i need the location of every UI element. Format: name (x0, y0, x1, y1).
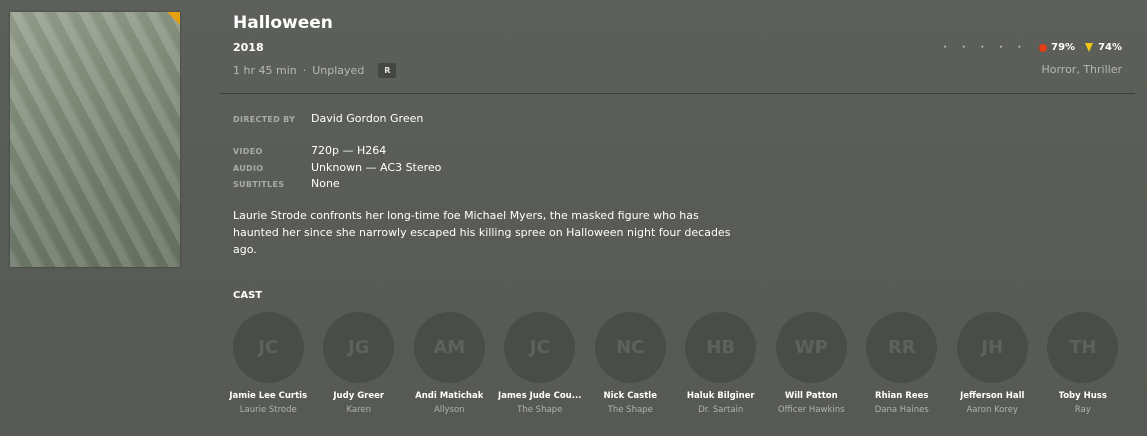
video-label: VIDEO (233, 147, 263, 156)
cast-member[interactable]: AM Andi Matichak Allyson (404, 312, 495, 415)
cast-member[interactable]: JG Judy Greer Karen (314, 312, 405, 415)
avatar[interactable]: AM (413, 312, 485, 383)
avatar[interactable]: JC (232, 312, 304, 383)
movie-year[interactable]: 2018 (233, 41, 264, 54)
character-name: Aaron Korey (966, 405, 1019, 415)
cast-member[interactable]: RR Rhian Rees Dana Haines (857, 312, 948, 415)
content-rating-badge: R (378, 63, 397, 78)
watch-status: Unplayed (312, 64, 365, 77)
cast-member[interactable]: JC James Jude Cou... The Shape (495, 312, 586, 415)
character-name: Officer Hawkins (777, 405, 845, 415)
avatar[interactable]: HB (685, 312, 757, 383)
actor-name: Toby Huss (1058, 391, 1107, 401)
actor-name: Jamie Lee Curtis (229, 391, 308, 401)
movie-meta: 1 hr 45 min · Unplayed R (233, 63, 397, 78)
cast-heading: CAST (233, 290, 263, 301)
actor-name: James Jude Cou... (498, 391, 582, 401)
avatar[interactable]: JC (504, 312, 576, 383)
video-value: 720p — H264 (311, 144, 387, 157)
character-name: Ray (1074, 405, 1091, 415)
actor-name: Rhian Rees (875, 391, 929, 401)
cast-member[interactable]: TH Toby Huss Ray (1038, 312, 1129, 415)
actor-name: Andi Matichak (415, 391, 484, 401)
character-name: Karen (346, 405, 372, 415)
avatar[interactable]: TH (1047, 312, 1119, 383)
cast-member[interactable]: WP Will Patton Officer Hawkins (766, 312, 857, 415)
divider (220, 93, 1135, 94)
actor-name: Will Patton (784, 391, 838, 401)
character-name: Laurie Strode (239, 405, 297, 415)
movie-poster[interactable] (10, 12, 180, 267)
avatar[interactable]: JG (323, 312, 395, 383)
actor-name: Haluk Bilginer (686, 391, 755, 401)
cast-list: JC Jamie Lee Curtis Laurie Strode JG Jud… (223, 312, 1128, 415)
cast-member[interactable]: HB Haluk Bilginer Dr. Sartain (676, 312, 767, 415)
audience-rating: 74% (1098, 42, 1122, 53)
character-name: Dana Haines (874, 405, 929, 415)
character-name: Dr. Sartain (698, 405, 744, 415)
ratings: · · · · · 79% 74% (943, 42, 1122, 53)
character-name: The Shape (517, 405, 563, 415)
unwatched-corner-marker (167, 12, 180, 25)
director-name[interactable]: David Gordon Green (311, 112, 423, 125)
tomato-icon (1039, 43, 1048, 52)
audio-value[interactable]: Unknown — AC3 Stereo (311, 161, 441, 174)
star-rating[interactable]: · · · · · (943, 43, 1027, 53)
movie-title: Halloween (233, 13, 333, 33)
character-name: The Shape (607, 405, 653, 415)
cast-member[interactable]: JC Jamie Lee Curtis Laurie Strode (223, 312, 314, 415)
popcorn-icon (1085, 43, 1094, 52)
movie-summary: Laurie Strode confronts her long-time fo… (233, 209, 731, 256)
movie-duration: 1 hr 45 min (233, 64, 297, 77)
avatar[interactable]: RR (866, 312, 938, 383)
subtitles-value[interactable]: None (311, 177, 340, 190)
character-name: Allyson (433, 405, 465, 415)
audio-label: AUDIO (233, 164, 264, 173)
directed-by-label: DIRECTED BY (233, 115, 296, 124)
genres[interactable]: Horror, Thriller (1041, 63, 1122, 76)
avatar[interactable]: WP (775, 312, 847, 383)
cast-member[interactable]: NC Nick Castle The Shape (585, 312, 676, 415)
actor-name: Judy Greer (333, 391, 385, 401)
avatar[interactable]: NC (594, 312, 666, 383)
subtitles-label: SUBTITLES (233, 180, 285, 189)
actor-name: Jefferson Hall (960, 391, 1025, 401)
cast-member[interactable]: JH Jefferson Hall Aaron Korey (947, 312, 1038, 415)
actor-name: Nick Castle (603, 391, 657, 401)
avatar[interactable]: JH (956, 312, 1028, 383)
critic-rating: 79% (1051, 42, 1076, 53)
meta-separator: · (302, 64, 307, 77)
